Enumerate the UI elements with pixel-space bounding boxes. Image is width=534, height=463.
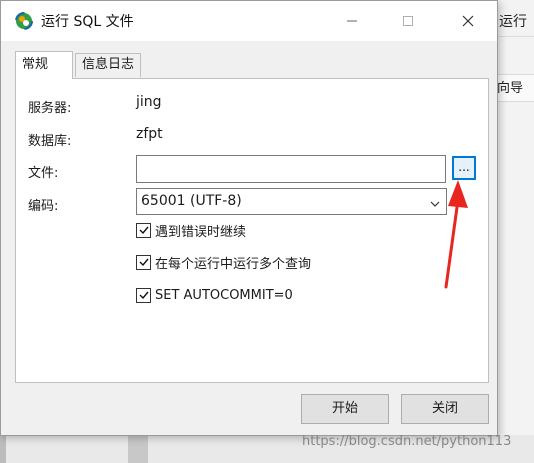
tab-general[interactable]: 常规 <box>15 51 73 79</box>
encoding-selected-value: 65001 (UTF-8) <box>141 193 242 209</box>
maximize-icon <box>403 16 413 26</box>
checkbox-multiple-queries[interactable] <box>136 254 151 270</box>
background-run-tab[interactable]: 运行 <box>497 8 534 36</box>
database-label: 数据库: <box>28 134 72 149</box>
close-icon <box>462 15 474 27</box>
server-value: jing <box>136 94 162 110</box>
option-multiple-queries[interactable]: 在每个运行中运行多个查询 <box>136 252 311 272</box>
option-label: 遇到错误时继续 <box>155 224 247 240</box>
tab-info-log[interactable]: 信息日志 <box>75 53 141 77</box>
option-set-autocommit[interactable]: SET AUTOCOMMIT=0 <box>136 285 293 305</box>
encoding-label: 编码: <box>28 199 59 214</box>
option-continue-on-error[interactable]: 遇到错误时继续 <box>136 220 246 240</box>
window-title: 运行 SQL 文件 <box>41 14 134 30</box>
file-path-input[interactable] <box>136 155 446 183</box>
database-value: zfpt <box>136 126 163 142</box>
background-block <box>128 435 148 463</box>
general-panel: 服务器: jing 数据库: zfpt 文件: ... 编码: 65001 (U… <box>15 78 489 383</box>
background-app <box>497 0 534 463</box>
minimize-button[interactable] <box>329 1 375 41</box>
checkmark-icon <box>139 226 149 235</box>
encoding-select[interactable]: 65001 (UTF-8) <box>136 188 447 215</box>
navicat-app-icon <box>15 12 33 30</box>
maximize-button[interactable] <box>385 1 431 41</box>
checkbox-continue-on-error[interactable] <box>136 222 151 238</box>
checkmark-icon <box>139 258 149 267</box>
checkmark-icon <box>139 291 149 300</box>
background-divider <box>497 36 534 37</box>
close-button[interactable]: 关闭 <box>401 394 489 424</box>
background-wizard-tab[interactable]: 向导 <box>497 74 534 102</box>
start-button[interactable]: 开始 <box>301 394 389 424</box>
title-bar[interactable]: 运行 SQL 文件 <box>1 1 497 41</box>
watermark-text: https://blog.csdn.net/python113 <box>302 434 512 449</box>
run-sql-file-dialog: 运行 SQL 文件 常规 信息日志 服务器: jing 数据库: zfpt 文件… <box>0 0 498 436</box>
checkbox-set-autocommit[interactable] <box>136 287 151 303</box>
option-label: 在每个运行中运行多个查询 <box>155 256 312 272</box>
option-label: SET AUTOCOMMIT=0 <box>155 287 293 303</box>
browse-file-button[interactable]: ... <box>452 156 476 180</box>
close-window-button[interactable] <box>445 1 491 41</box>
server-label: 服务器: <box>28 101 72 116</box>
file-label: 文件: <box>28 166 59 181</box>
minimize-icon <box>347 20 357 22</box>
chevron-down-icon <box>430 197 440 212</box>
